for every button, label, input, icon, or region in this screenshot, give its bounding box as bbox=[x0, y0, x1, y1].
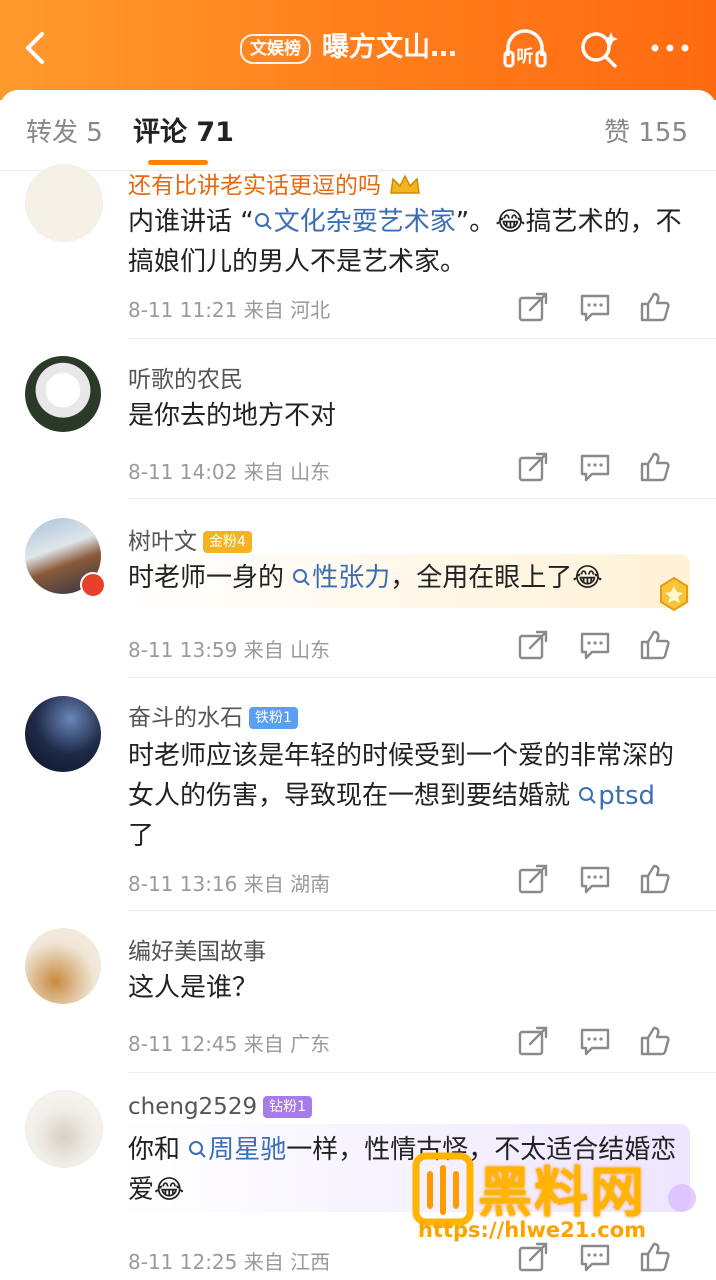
comment-actions bbox=[508, 450, 688, 484]
hot-list-tag[interactable]: 文娱榜 bbox=[240, 34, 311, 64]
share-icon[interactable] bbox=[516, 1024, 550, 1058]
comment-meta: 8-11 11:21 来自 河北 bbox=[128, 298, 331, 322]
like-thumb-icon[interactable] bbox=[638, 862, 672, 896]
comment-meta: 8-11 14:02 来自 山东 bbox=[128, 460, 331, 484]
divider bbox=[128, 338, 716, 339]
gold-fan-medal-icon bbox=[660, 576, 688, 612]
comment-meta: 8-11 12:25 来自 江西 bbox=[128, 1250, 331, 1274]
comment-username[interactable]: cheng2529 钻粉1 bbox=[128, 1094, 313, 1120]
like-thumb-icon[interactable] bbox=[638, 628, 672, 662]
comment-actions bbox=[508, 290, 688, 324]
comment-username[interactable]: 还有比讲老实话更逗的吗 bbox=[128, 166, 422, 200]
like-thumb-icon[interactable] bbox=[638, 1024, 672, 1058]
topic-search-icon bbox=[579, 787, 596, 804]
divider bbox=[128, 1072, 716, 1073]
comment-text: 这人是谁？ bbox=[128, 973, 259, 1003]
comment-username[interactable]: 听歌的农民 bbox=[128, 360, 243, 394]
avatar[interactable] bbox=[25, 928, 101, 1004]
tab-likes[interactable]: 赞 155 bbox=[604, 112, 688, 149]
like-thumb-icon[interactable] bbox=[638, 450, 672, 484]
share-icon[interactable] bbox=[516, 628, 550, 662]
reply-comment-icon[interactable] bbox=[578, 1024, 612, 1058]
comment-actions bbox=[508, 862, 688, 896]
topic-link[interactable]: 文化杂耍艺术家 bbox=[254, 207, 456, 237]
top-bar: 文娱榜 曝方文山… 听 bbox=[0, 0, 716, 100]
comment-meta: 8-11 13:16 来自 湖南 bbox=[128, 872, 331, 896]
listen-headphones-icon[interactable]: 听 bbox=[500, 26, 550, 70]
divider bbox=[128, 910, 716, 911]
tab-bar: 转发 5 评论 71 赞 155 bbox=[0, 90, 716, 171]
back-chevron-left-icon[interactable] bbox=[18, 28, 52, 68]
comment-username[interactable]: 奋斗的水石 铁粉1 bbox=[128, 698, 298, 732]
avatar[interactable] bbox=[25, 696, 101, 772]
laugh-emoji: 😂 bbox=[572, 563, 603, 593]
comment-actions bbox=[508, 1024, 688, 1058]
comment-text: 内谁讲话 “文化杂耍艺术家”。😂搞艺术的，不搞娘们儿的男人不是艺术家。 bbox=[128, 207, 682, 277]
topic-link[interactable]: 周星驰 bbox=[188, 1135, 286, 1165]
divider bbox=[128, 677, 716, 678]
fan-badge: 金粉4 bbox=[203, 531, 252, 553]
comment-meta: 8-11 13:59 来自 山东 bbox=[128, 638, 331, 662]
divider bbox=[128, 498, 716, 499]
reply-comment-icon[interactable] bbox=[578, 450, 612, 484]
verified-badge-icon bbox=[80, 572, 106, 598]
page-title: 曝方文山… bbox=[322, 32, 457, 63]
comment-actions bbox=[508, 628, 688, 662]
fan-badge: 铁粉1 bbox=[249, 707, 298, 729]
topic-link[interactable]: 性张力 bbox=[292, 563, 390, 593]
comment-text: 是你去的地方不对 bbox=[128, 401, 337, 431]
watermark-url: https://hlwe21.com bbox=[418, 1218, 647, 1242]
topic-search-icon bbox=[293, 569, 310, 586]
reply-comment-icon[interactable] bbox=[578, 290, 612, 324]
comment-text: 时老师一身的 性张力，全用在眼上了😂 bbox=[128, 563, 603, 593]
topic-link[interactable]: ptsd bbox=[578, 781, 655, 811]
share-icon[interactable] bbox=[516, 450, 550, 484]
avatar[interactable] bbox=[25, 1090, 103, 1168]
tab-repost[interactable]: 转发 5 bbox=[26, 112, 103, 149]
like-thumb-icon[interactable] bbox=[638, 290, 672, 324]
laugh-emoji: 😂 bbox=[154, 1175, 185, 1205]
topic-search-icon bbox=[189, 1141, 206, 1158]
comment-username[interactable]: 编好美国故事 bbox=[128, 932, 266, 966]
laugh-emoji: 😂 bbox=[495, 207, 526, 237]
reply-comment-icon[interactable] bbox=[578, 862, 612, 896]
reply-comment-icon[interactable] bbox=[578, 628, 612, 662]
search-sparkle-icon[interactable] bbox=[575, 26, 625, 70]
avatar[interactable] bbox=[25, 164, 103, 242]
fan-badge: 钻粉1 bbox=[263, 1096, 313, 1118]
share-icon[interactable] bbox=[516, 290, 550, 324]
avatar[interactable] bbox=[25, 356, 101, 432]
more-dots-icon[interactable] bbox=[645, 26, 695, 70]
tab-comments[interactable]: 评论 71 bbox=[133, 110, 234, 149]
comment-username[interactable]: 树叶文 金粉4 bbox=[128, 522, 252, 556]
active-tab-indicator bbox=[148, 160, 208, 165]
share-icon[interactable] bbox=[516, 862, 550, 896]
topic-search-icon bbox=[254, 213, 272, 230]
watermark-brand: 黑料网 bbox=[478, 1161, 646, 1224]
comment-meta: 8-11 12:45 来自 广东 bbox=[128, 1032, 331, 1056]
comment-text: 时老师应该是年轻的时候受到一个爱的非常深的女人的伤害，导致现在一想到要结婚就 p… bbox=[128, 741, 675, 851]
listen-label: 听 bbox=[517, 46, 534, 67]
crown-icon bbox=[390, 174, 421, 194]
